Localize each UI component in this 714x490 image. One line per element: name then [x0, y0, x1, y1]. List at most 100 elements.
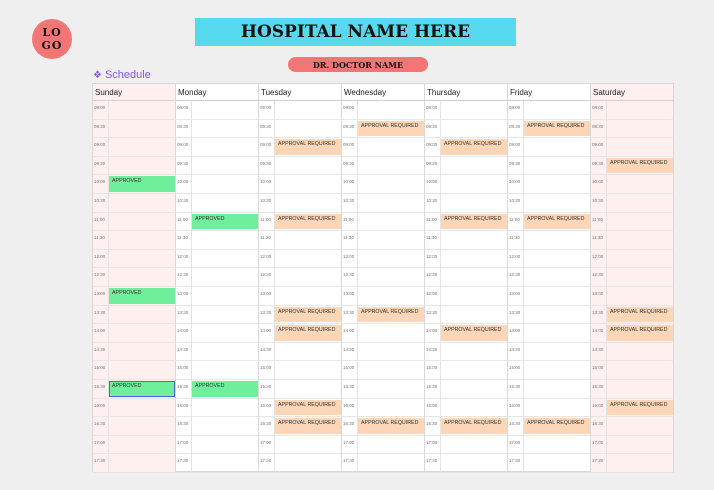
time-slot-cell[interactable]: 08:30 — [176, 119, 259, 139]
time-slot-cell[interactable]: 08:00 — [342, 101, 425, 120]
slot-area[interactable] — [607, 101, 673, 119]
time-slot-cell[interactable]: 15:30 — [259, 379, 342, 399]
slot-area[interactable] — [607, 286, 673, 305]
slot-area[interactable] — [358, 399, 424, 417]
time-slot-cell[interactable]: 16:30 APPROVAL REQUIRED — [425, 417, 508, 436]
time-slot-cell[interactable]: 10:00 — [508, 175, 591, 194]
approved-appointment[interactable]: APPROVED — [192, 380, 258, 397]
slot-area[interactable] — [192, 361, 258, 379]
slot-area[interactable] — [275, 101, 341, 119]
slot-area[interactable] — [109, 361, 175, 379]
slot-area[interactable]: APPROVED — [192, 380, 258, 398]
slot-area[interactable]: APPROVAL REQUIRED — [607, 398, 673, 417]
time-slot-cell[interactable]: 08:30 APPROVAL REQUIRED — [342, 119, 425, 139]
time-slot-cell[interactable]: 13:00 APPROVED — [93, 286, 176, 306]
slot-area[interactable] — [358, 138, 424, 156]
slot-area[interactable] — [607, 175, 673, 193]
slot-area[interactable] — [441, 361, 507, 379]
slot-area[interactable] — [275, 268, 341, 286]
slot-area[interactable] — [109, 417, 175, 435]
slot-area[interactable] — [192, 268, 258, 286]
time-slot-cell[interactable]: 13:30 — [425, 305, 508, 325]
time-slot-cell[interactable]: 14:00 — [176, 324, 259, 343]
slot-area[interactable] — [524, 361, 590, 379]
slot-area[interactable] — [524, 287, 590, 305]
slot-area[interactable] — [192, 287, 258, 305]
time-slot-cell[interactable]: 16:00 APPROVAL REQUIRED — [259, 398, 342, 418]
time-slot-cell[interactable]: 17:30 — [508, 454, 591, 473]
slot-area[interactable]: APPROVAL REQUIRED — [275, 399, 341, 417]
schedule-heading[interactable]: ❖ Schedule — [93, 68, 151, 82]
slot-area[interactable] — [607, 193, 673, 212]
time-slot-cell[interactable]: 12:30 — [93, 268, 176, 287]
slot-area[interactable] — [109, 342, 175, 361]
time-slot-cell[interactable]: 12:00 — [342, 249, 425, 269]
slot-area[interactable] — [109, 231, 175, 249]
time-slot-cell[interactable]: 09:30 APPROVAL REQUIRED — [591, 156, 674, 176]
time-slot-cell[interactable]: 17:00 — [93, 435, 176, 455]
slot-area[interactable] — [109, 435, 175, 454]
slot-area[interactable] — [607, 435, 673, 454]
slot-area[interactable] — [275, 361, 341, 379]
slot-area[interactable] — [109, 138, 175, 156]
slot-area[interactable] — [192, 436, 258, 454]
slot-area[interactable] — [358, 287, 424, 305]
time-slot-cell[interactable]: 15:30 — [342, 379, 425, 399]
slot-area[interactable] — [192, 343, 258, 361]
time-slot-cell[interactable]: 17:30 — [259, 454, 342, 473]
time-slot-cell[interactable]: 17:30 — [93, 454, 176, 473]
time-slot-cell[interactable]: 13:00 — [342, 286, 425, 306]
time-slot-cell[interactable]: 11:00 APPROVAL REQUIRED — [259, 212, 342, 232]
slot-area[interactable]: APPROVAL REQUIRED — [524, 417, 590, 435]
slot-area[interactable] — [524, 436, 590, 454]
time-slot-cell[interactable]: 16:30 APPROVAL REQUIRED — [259, 417, 342, 436]
time-slot-cell[interactable]: 11:00 APPROVAL REQUIRED — [425, 212, 508, 232]
slot-area[interactable]: APPROVAL REQUIRED — [358, 306, 424, 324]
approval-required-appointment[interactable]: APPROVAL REQUIRED — [275, 325, 341, 341]
approved-appointment[interactable]: APPROVED — [192, 213, 258, 230]
time-slot-cell[interactable]: 15:00 — [176, 361, 259, 380]
slot-area[interactable] — [109, 101, 175, 119]
slot-area[interactable]: APPROVAL REQUIRED — [441, 213, 507, 231]
time-slot-cell[interactable]: 08:30 — [591, 119, 674, 139]
slot-area[interactable] — [607, 249, 673, 268]
slot-area[interactable]: APPROVAL REQUIRED — [607, 324, 673, 342]
slot-area[interactable] — [275, 454, 341, 472]
slot-area[interactable] — [109, 305, 175, 324]
time-slot-cell[interactable]: 15:00 — [93, 361, 176, 380]
slot-area[interactable] — [441, 231, 507, 249]
slot-area[interactable] — [192, 306, 258, 324]
slot-area[interactable]: APPROVAL REQUIRED — [524, 213, 590, 231]
time-slot-cell[interactable]: 15:30 APPROVED — [176, 379, 259, 399]
time-slot-cell[interactable]: 11:00 — [93, 212, 176, 232]
slot-area[interactable] — [192, 175, 258, 193]
time-slot-cell[interactable]: 16:00 APPROVAL REQUIRED — [591, 398, 674, 418]
slot-area[interactable] — [524, 454, 590, 472]
approval-required-appointment[interactable]: APPROVAL REQUIRED — [358, 418, 424, 434]
time-slot-cell[interactable]: 12:30 — [342, 268, 425, 287]
slot-area[interactable] — [524, 306, 590, 324]
slot-area[interactable]: APPROVAL REQUIRED — [275, 213, 341, 231]
time-slot-cell[interactable]: 11:00 APPROVAL REQUIRED — [508, 212, 591, 232]
time-slot-cell[interactable]: 12:00 — [93, 249, 176, 269]
slot-area[interactable] — [524, 175, 590, 193]
slot-area[interactable] — [192, 454, 258, 472]
slot-area[interactable]: APPROVAL REQUIRED — [275, 138, 341, 156]
time-slot-cell[interactable]: 10:30 — [176, 193, 259, 213]
time-slot-cell[interactable]: 16:30 — [93, 417, 176, 436]
slot-area[interactable] — [441, 399, 507, 417]
time-slot-cell[interactable]: 08:00 — [425, 101, 508, 120]
time-slot-cell[interactable]: 12:30 — [508, 268, 591, 287]
slot-area[interactable]: APPROVAL REQUIRED — [607, 156, 673, 175]
time-slot-cell[interactable]: 08:00 — [259, 101, 342, 120]
time-slot-cell[interactable]: 14:00 APPROVAL REQUIRED — [425, 324, 508, 343]
slot-area[interactable] — [109, 119, 175, 138]
slot-area[interactable] — [524, 101, 590, 119]
time-slot-cell[interactable]: 16:00 — [508, 398, 591, 418]
slot-area[interactable] — [441, 436, 507, 454]
time-slot-cell[interactable]: 09:30 — [425, 156, 508, 176]
time-slot-cell[interactable]: 16:00 — [93, 398, 176, 418]
slot-area[interactable] — [275, 380, 341, 398]
slot-area[interactable] — [275, 343, 341, 361]
time-slot-cell[interactable]: 12:30 — [591, 268, 674, 287]
